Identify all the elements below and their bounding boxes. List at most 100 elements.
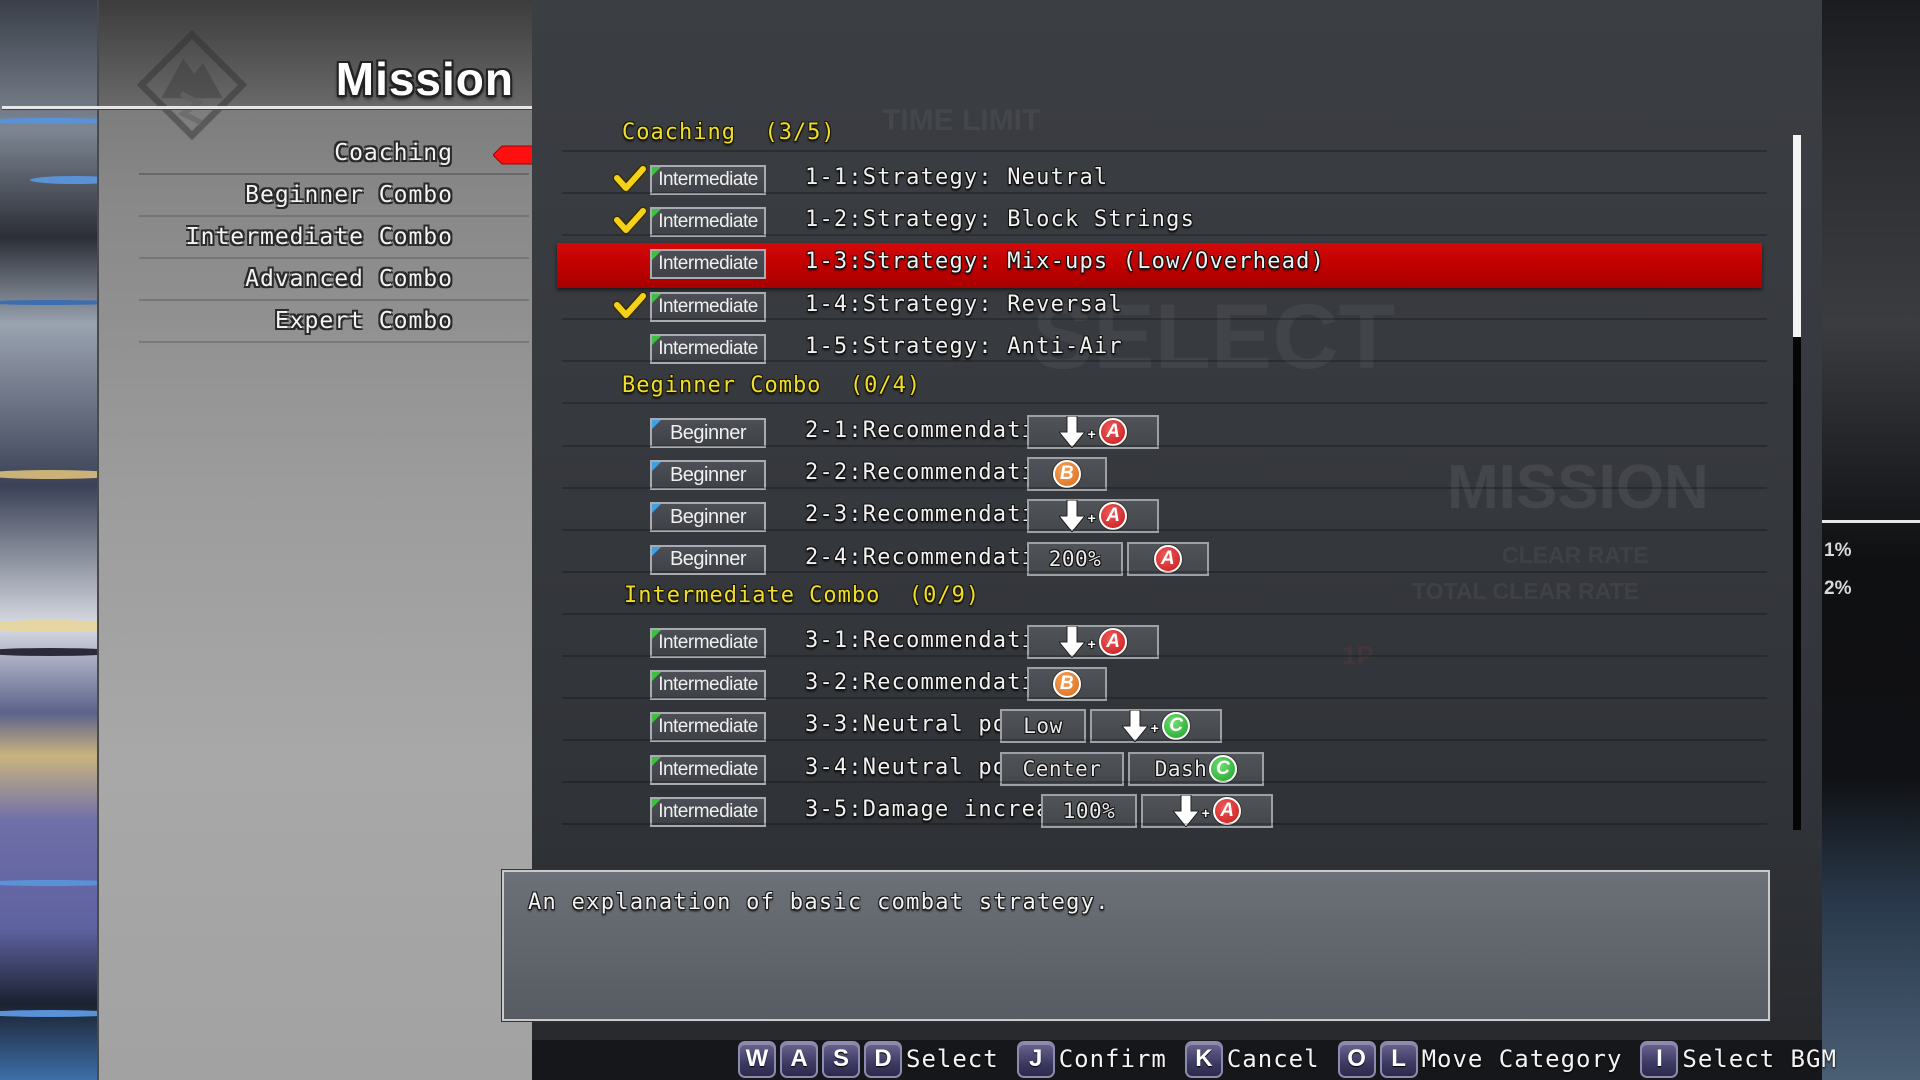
title-bar: Mission [99, 0, 544, 140]
mission-row[interactable]: Intermediate 1-3:Strategy: Mix-ups (Low/O… [557, 243, 1762, 289]
row-divider [562, 823, 1767, 825]
row-divider [562, 697, 1767, 699]
input-text: 200% [1048, 546, 1102, 571]
mission-label: 3-5:Damage increase [805, 796, 1080, 822]
mission-label: 2-4:Recommendation [805, 544, 1066, 570]
key-w-icon: W [738, 1040, 776, 1078]
row-divider [562, 613, 1767, 615]
checkmark-icon [613, 164, 647, 193]
row-divider [562, 150, 1767, 152]
mission-row[interactable]: Beginner 2-3:Recommendation + A [557, 496, 1762, 538]
mission-label: 2-3:Recommendation [805, 502, 1066, 528]
key-hint-label: Move Category [1421, 1045, 1623, 1073]
plus-icon: + [1087, 510, 1097, 527]
input-command: + A [1027, 415, 1159, 449]
row-divider [562, 529, 1767, 531]
mission-row[interactable]: Intermediate 1-2:Strategy: Block Strings [557, 201, 1762, 243]
divider [1822, 520, 1920, 523]
mission-label: 1-4:Strategy: Reversal [805, 291, 1123, 317]
key-i-icon: I [1640, 1040, 1679, 1078]
arrow-down-icon [1121, 710, 1148, 743]
key-hints: W A S D Select J Confirm K Cancel O L Move Category… [738, 1040, 1855, 1078]
category-item[interactable]: Expert Combo [139, 301, 529, 343]
character-art-left [0, 0, 97, 1080]
difficulty-badge: Beginner [650, 418, 766, 448]
input-text: Dash [1154, 756, 1208, 781]
button-a-icon: A [1099, 418, 1128, 446]
category-item[interactable]: Intermediate Combo [139, 217, 529, 259]
button-a-icon: A [1213, 796, 1242, 825]
category-item[interactable]: Advanced Combo [139, 259, 529, 301]
row-divider [562, 318, 1767, 320]
mission-label: 3-1:Recommendation [805, 628, 1066, 653]
description-text: An explanation of basic combat strategy. [528, 890, 1110, 915]
ghost-total-clear-rate: TOTAL CLEAR RATE [1412, 578, 1640, 604]
mission-row[interactable]: Intermediate 1-4:Strategy: Reversal [557, 286, 1762, 328]
description-box: An explanation of basic combat strategy. [502, 870, 1770, 1021]
arrow-down-icon [1172, 794, 1199, 827]
category-header: Beginner Combo (0/4) [622, 373, 922, 398]
mission-row[interactable]: Intermediate 1-1:Strategy: Neutral [557, 159, 1762, 201]
key-a-icon: A [780, 1040, 818, 1078]
page-title: Mission [335, 53, 514, 105]
mission-row[interactable]: Intermediate 3-4:Neutral poke Center Dash C [557, 749, 1762, 791]
mission-row[interactable]: Intermediate 3-2:Recommendation B [557, 664, 1762, 706]
mission-row[interactable]: Beginner 2-1:Recommendation + A [557, 412, 1762, 454]
key-hint-label: Confirm [1058, 1045, 1167, 1073]
button-a-icon: A [1154, 544, 1182, 573]
category-item[interactable]: Coaching [139, 133, 537, 175]
mission-label: 2-1:Recommendation [805, 418, 1066, 443]
key-l-icon: L [1379, 1040, 1418, 1078]
key-hint: W A S D Select [738, 1040, 1017, 1078]
input-command: + A [1027, 625, 1159, 659]
mission-row[interactable]: Intermediate 3-3:Neutral poke Low + C [557, 706, 1762, 748]
button-c-icon: C [1209, 754, 1238, 783]
key-j-icon: J [1016, 1040, 1055, 1078]
checkmark-icon [613, 206, 647, 235]
scrollbar[interactable] [1793, 135, 1801, 830]
key-hint-label: Cancel [1226, 1045, 1320, 1073]
row-divider [562, 739, 1767, 741]
mission-label: 3-2:Recommendation [805, 670, 1066, 696]
row-divider [562, 445, 1767, 447]
mission-label: 1-5:Strategy: Anti-Air [805, 333, 1123, 359]
plus-icon: + [1087, 636, 1097, 652]
key-hint: O L Move Category [1337, 1040, 1641, 1078]
plus-icon: + [1087, 426, 1097, 442]
mission-row[interactable]: Beginner 2-2:Recommendation B [557, 454, 1762, 496]
category-list: Coaching Beginner Combo Intermediate Combo… [139, 133, 537, 343]
button-b-icon: B [1053, 670, 1081, 699]
difficulty-badge: Intermediate [650, 712, 766, 743]
arrow-down-icon [1058, 626, 1085, 658]
input-chip: + A [1027, 415, 1159, 449]
row-divider [562, 571, 1767, 573]
row-divider [562, 402, 1767, 404]
selection-cursor-icon [493, 145, 537, 165]
key-o-icon: O [1337, 1040, 1376, 1078]
button-a-icon: A [1099, 502, 1128, 531]
difficulty-badge: Intermediate [650, 628, 766, 658]
plus-icon: + [1201, 804, 1211, 821]
key-k-icon: K [1184, 1040, 1223, 1078]
key-hint: K Cancel [1184, 1040, 1338, 1078]
difficulty-badge: Intermediate [650, 670, 766, 701]
mission-row[interactable]: Intermediate 1-5:Strategy: Anti-Air [557, 328, 1762, 370]
mission-row[interactable]: Beginner 2-4:Recommendation 200% A [557, 539, 1762, 581]
scrollbar-thumb[interactable] [1793, 135, 1801, 337]
input-text: Low [1023, 714, 1063, 739]
arrow-down-icon [1058, 416, 1085, 448]
total-clear-rate-value: 2% [1824, 578, 1852, 599]
mission-row[interactable]: Intermediate 3-5:Damage increase 100% + A [557, 791, 1762, 833]
input-text: 100% [1062, 798, 1116, 823]
row-divider [562, 360, 1767, 362]
key-hint: I Select BGM [1640, 1040, 1855, 1078]
row-divider [562, 655, 1767, 657]
clear-rate-value: 1% [1824, 540, 1852, 561]
mission-row[interactable]: Intermediate 3-1:Recommendation + A [557, 622, 1762, 664]
category-label: Intermediate Combo [185, 224, 453, 250]
key-hint-label: Select [906, 1045, 999, 1073]
button-c-icon: C [1162, 712, 1191, 741]
background-art-right: 1% 2% [1822, 0, 1920, 1080]
difficulty-badge: Beginner [650, 502, 766, 533]
category-item[interactable]: Beginner Combo [139, 175, 529, 217]
